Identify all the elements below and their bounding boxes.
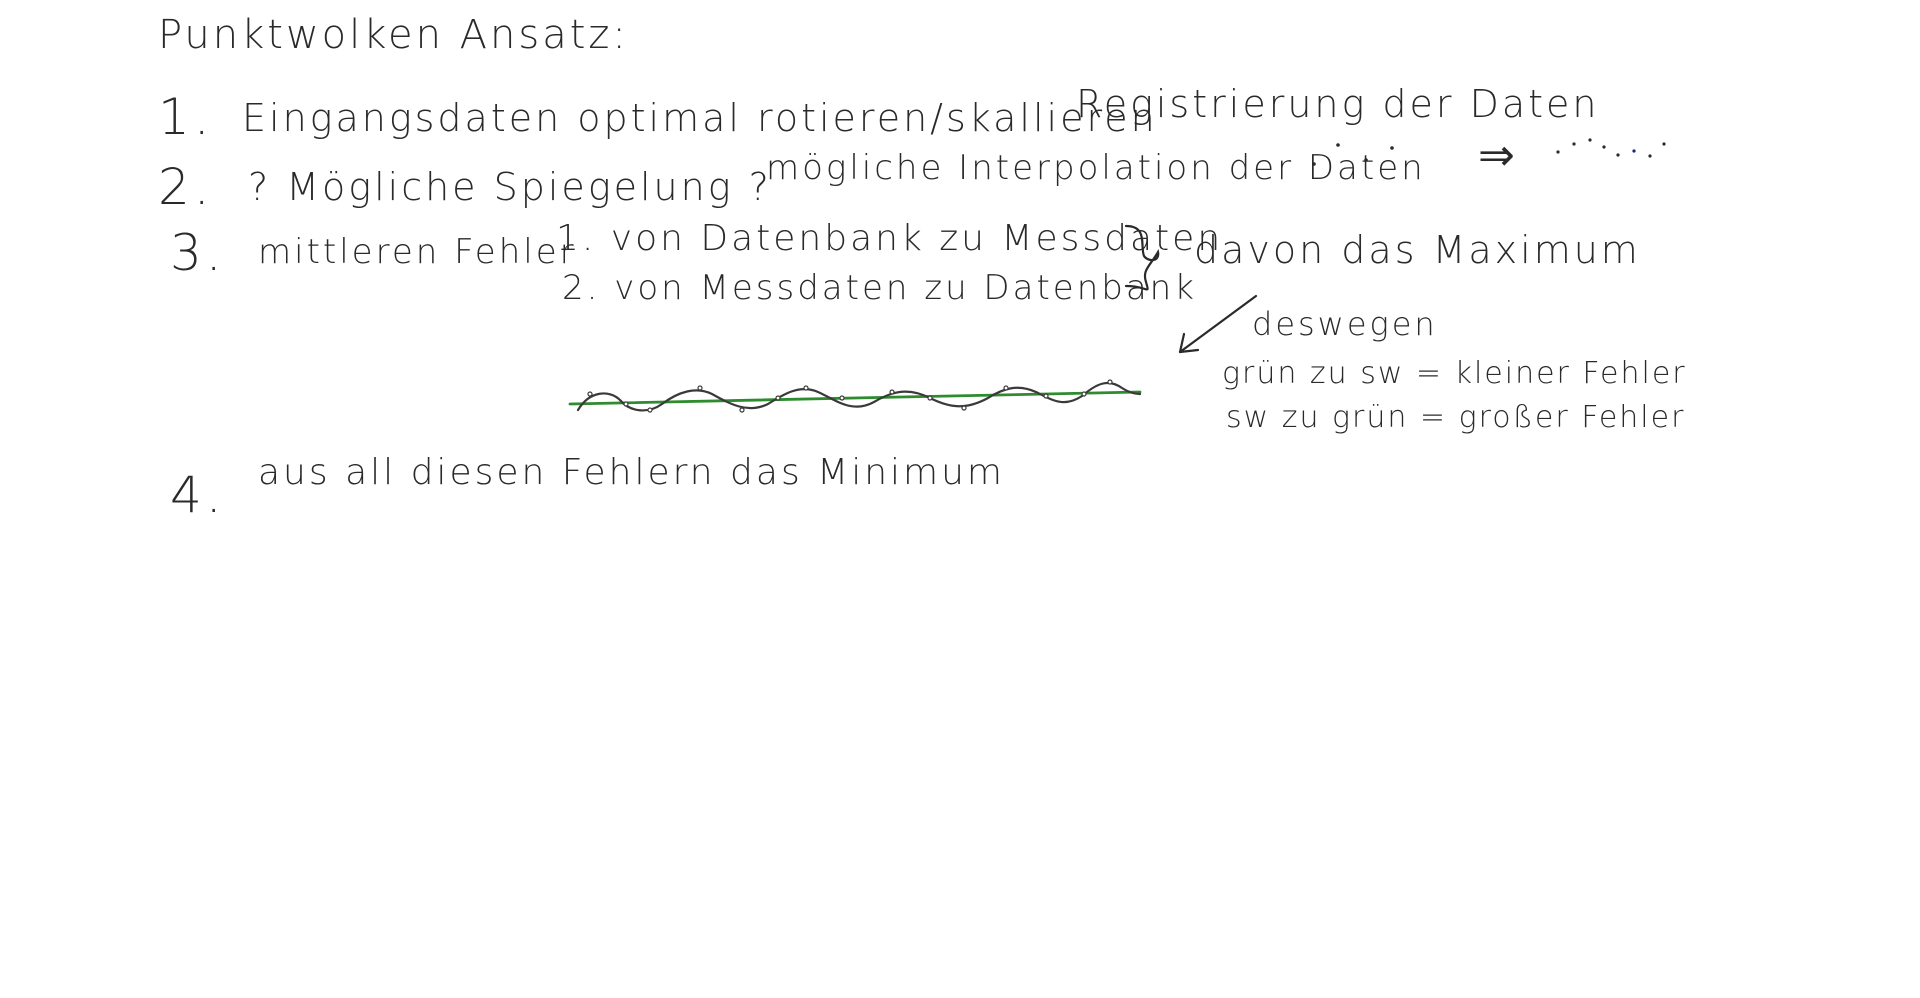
dot-cloud-icon xyxy=(1556,138,1666,158)
curly-brace-icon xyxy=(1124,224,1160,291)
green-reference-line xyxy=(568,390,1142,406)
dots-icon xyxy=(1312,143,1394,166)
arrow-down-left-icon xyxy=(1178,294,1258,354)
sample-points xyxy=(587,379,1113,413)
sketch-layer xyxy=(568,138,1666,413)
